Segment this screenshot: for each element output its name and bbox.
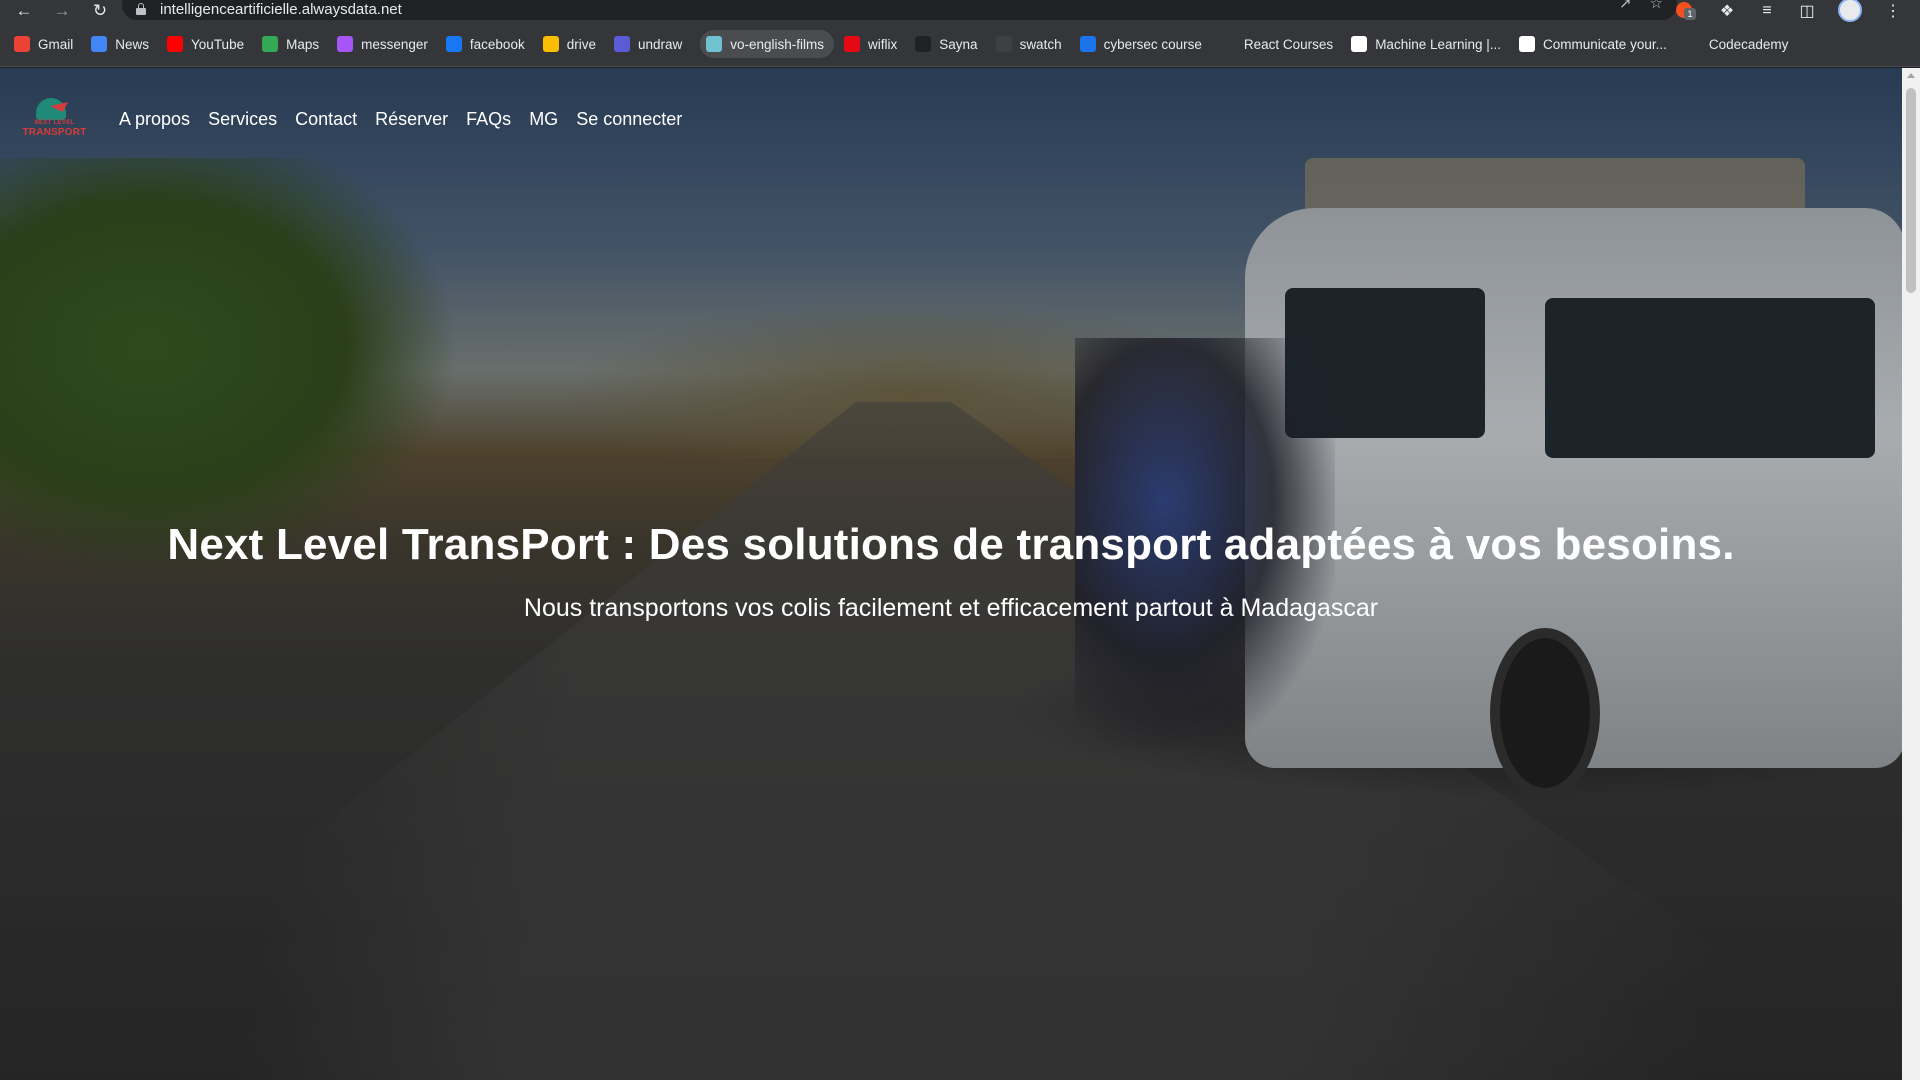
lock-icon[interactable] xyxy=(136,3,146,15)
drive-icon xyxy=(542,36,559,52)
bookmark-drive[interactable]: drive xyxy=(542,30,604,58)
share-icon[interactable]: ↗ xyxy=(1619,0,1632,12)
gmail-icon xyxy=(14,36,30,52)
bookmark-maps[interactable]: Maps xyxy=(262,30,327,58)
profile-avatar[interactable] xyxy=(1838,0,1862,22)
bookmark-label: Machine Learning |... xyxy=(1375,36,1502,52)
wiflix-icon xyxy=(844,36,861,52)
background-trees xyxy=(0,158,460,578)
page-viewport: NEXT LEVEL TRANSPORT A propos Services C… xyxy=(0,68,1902,1080)
swatch-icon xyxy=(995,36,1012,52)
bookmark-label: YouTube xyxy=(191,36,245,52)
bookmark-label: News xyxy=(115,36,150,52)
page-scrollbar[interactable] xyxy=(1902,68,1920,1080)
bookmark-undraw[interactable]: undraw xyxy=(613,30,690,58)
hero-title: Next Level TransPort : Des solutions de … xyxy=(167,520,1735,569)
bookmark-react-courses[interactable]: React Courses xyxy=(1219,30,1341,58)
nav-link-services[interactable]: Services xyxy=(208,109,277,130)
bookmark-sayna[interactable]: Sayna xyxy=(915,30,985,58)
bookmark-facebook[interactable]: facebook xyxy=(445,30,533,58)
bookmark-gmail[interactable]: Gmail xyxy=(14,30,81,58)
nav-link-login[interactable]: Se connecter xyxy=(576,109,682,130)
bookmark-label: messenger xyxy=(361,36,428,52)
react-courses-icon xyxy=(1219,36,1236,52)
bookmark-news[interactable]: News xyxy=(91,30,157,58)
reload-icon[interactable]: ↻ xyxy=(88,0,112,22)
background-van xyxy=(1245,128,1902,848)
bookmark-swatch[interactable]: swatch xyxy=(995,30,1070,58)
cybersec-icon xyxy=(1079,36,1096,52)
bookmark-label: React Courses xyxy=(1243,36,1334,52)
url-text[interactable]: intelligenceartificielle.alwaysdata.net xyxy=(160,1,402,18)
extension-badge-count: 1 xyxy=(1684,8,1696,20)
logo-text-line2: TRANSPORT xyxy=(22,127,87,138)
bookmark-cybersec-course[interactable]: cybersec course xyxy=(1079,30,1210,58)
bookmark-communicate-your[interactable]: Communicate your... xyxy=(1519,30,1675,58)
scroll-up-arrow-icon[interactable] xyxy=(1907,73,1915,78)
scrollbar-thumb[interactable] xyxy=(1906,88,1916,293)
nav-link-faqs[interactable]: FAQs xyxy=(466,109,511,130)
bookmark-wiflix[interactable]: wiflix xyxy=(844,30,905,58)
nav-link-a-propos[interactable]: A propos xyxy=(119,109,190,130)
maps-icon xyxy=(262,36,279,52)
extensions-puzzle-icon[interactable]: ❖ xyxy=(1718,1,1736,21)
google-news-icon xyxy=(91,36,108,52)
messenger-icon xyxy=(337,36,354,52)
google-g-icon xyxy=(1519,36,1536,52)
bookmark-label: undraw xyxy=(637,36,683,52)
address-bar[interactable]: intelligenceartificielle.alwaysdata.net … xyxy=(122,0,1677,20)
bookmark-label: Codecademy xyxy=(1708,36,1789,52)
forward-arrow-icon[interactable]: → xyxy=(50,0,74,22)
nav-link-contact[interactable]: Contact xyxy=(295,109,357,130)
nav-link-language-mg[interactable]: MG xyxy=(529,109,558,130)
bookmark-label: Sayna xyxy=(939,36,978,52)
bookmark-label: wiflix xyxy=(868,36,898,52)
bookmark-label: cybersec course xyxy=(1103,36,1202,52)
side-panel-icon[interactable]: ◫ xyxy=(1798,1,1816,21)
nav-link-reserver[interactable]: Réserver xyxy=(375,109,448,130)
bookmark-messenger[interactable]: messenger xyxy=(337,30,436,58)
facebook-icon xyxy=(445,36,462,52)
vo-films-icon xyxy=(706,36,723,52)
bookmark-label: drive xyxy=(566,36,596,52)
extension-badge-icon[interactable]: 1 xyxy=(1676,2,1696,20)
bookmark-youtube[interactable]: YouTube xyxy=(167,30,252,58)
bookmark-label: Maps xyxy=(286,36,320,52)
bookmarks-bar: Gmail News YouTube Maps messenger facebook dri… xyxy=(0,22,1920,67)
bookmark-label: Gmail xyxy=(38,36,74,52)
hero-subtitle: Nous transportons vos colis facilement e… xyxy=(523,594,1379,622)
back-arrow-icon[interactable]: ← xyxy=(12,0,36,22)
site-logo[interactable]: NEXT LEVEL TRANSPORT xyxy=(22,98,87,140)
bookmark-label: vo-english-films xyxy=(730,36,825,52)
bookmark-label: facebook xyxy=(469,36,525,52)
reading-list-icon[interactable]: ≡ xyxy=(1758,2,1776,20)
logo-text-line1: NEXT LEVEL xyxy=(34,120,75,126)
google-icon xyxy=(1351,36,1368,52)
sayna-icon xyxy=(915,36,932,52)
bookmark-machine-learning[interactable]: Machine Learning |... xyxy=(1351,30,1509,58)
bookmark-label: Communicate your... xyxy=(1543,36,1667,52)
site-navbar: NEXT LEVEL TRANSPORT A propos Services C… xyxy=(22,98,700,140)
bookmark-label: swatch xyxy=(1019,36,1062,52)
browser-toolbar: ← → ↻ intelligenceartificielle.alwaysdat… xyxy=(0,0,1920,22)
bookmark-codecademy[interactable]: Codecademy xyxy=(1684,30,1797,58)
undraw-icon xyxy=(613,36,630,52)
star-bookmark-icon[interactable]: ☆ xyxy=(1650,0,1663,12)
bookmark-vo-english-films[interactable]: vo-english-films xyxy=(700,30,835,58)
youtube-icon xyxy=(167,36,184,52)
codecademy-icon xyxy=(1684,36,1701,52)
menu-dots-icon[interactable]: ⋮ xyxy=(1884,1,1902,21)
